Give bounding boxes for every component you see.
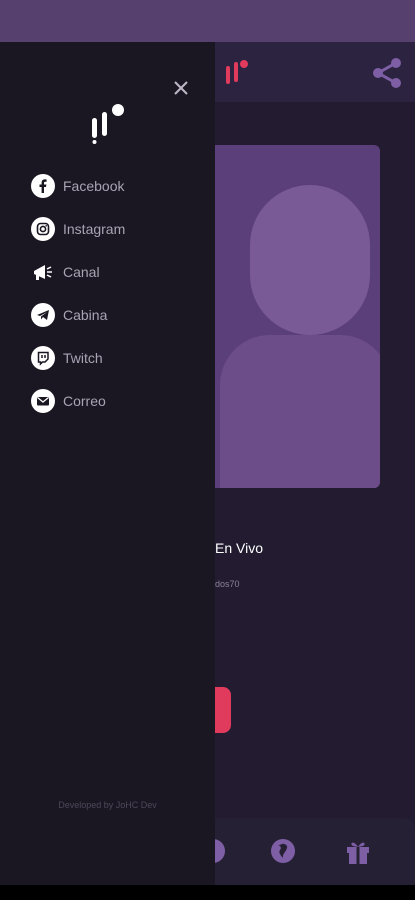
gift-icon[interactable] — [343, 836, 373, 866]
menu-item-label: Instagram — [63, 220, 126, 237]
menu-item-facebook[interactable]: Facebook — [31, 164, 191, 207]
menu-item-instagram[interactable]: Instagram — [31, 207, 191, 250]
developer-credit: Developed by JoHC Dev — [58, 800, 157, 810]
artwork-figure-body — [220, 335, 380, 488]
menu-item-label: Cabina — [63, 306, 108, 323]
close-icon[interactable] — [170, 77, 192, 99]
twitch-icon — [31, 345, 55, 370]
menu-item-correo[interactable]: Correo — [31, 379, 191, 422]
drawer-menu: Facebook Instagram Canal Cabina Twitch C… — [31, 164, 191, 422]
menu-item-cabina[interactable]: Cabina — [31, 293, 191, 336]
now-playing-subtitle: dos70 — [215, 579, 240, 589]
menu-item-label: Correo — [63, 392, 106, 409]
menu-item-label: Canal — [63, 263, 100, 280]
megaphone-icon — [31, 260, 55, 284]
share-icon[interactable] — [370, 56, 404, 90]
artwork-figure-head — [250, 185, 370, 335]
navigation-drawer: Facebook Instagram Canal Cabina Twitch C… — [0, 42, 215, 885]
drawer-logo-icon — [92, 104, 124, 144]
telegram-icon — [31, 302, 55, 327]
status-bar — [0, 0, 415, 42]
facebook-icon — [31, 173, 55, 198]
album-art — [210, 145, 380, 488]
menu-item-twitch[interactable]: Twitch — [31, 336, 191, 379]
app-logo-icon — [226, 60, 248, 84]
instagram-icon — [31, 216, 55, 241]
mail-icon — [31, 388, 55, 413]
menu-item-label: Twitch — [63, 349, 103, 366]
system-nav-bar — [0, 885, 415, 900]
menu-item-canal[interactable]: Canal — [31, 250, 191, 293]
now-playing-title: En Vivo — [215, 540, 263, 556]
menu-item-label: Facebook — [63, 177, 125, 194]
globe-icon[interactable] — [268, 836, 298, 866]
